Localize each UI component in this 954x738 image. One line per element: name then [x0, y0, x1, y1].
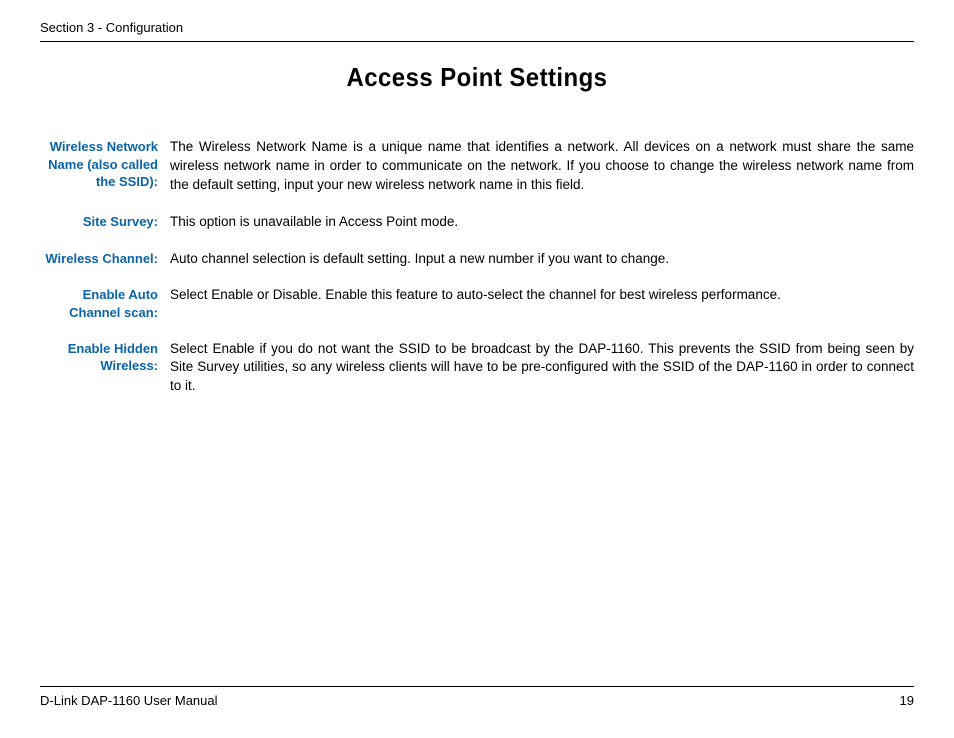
setting-row: Enable Hidden Wireless: Select Enable if… — [40, 340, 914, 397]
setting-description: Auto channel selection is default settin… — [168, 250, 914, 269]
page-title: Access Point Settings — [75, 62, 879, 93]
footer-manual: D-Link DAP-1160 User Manual — [40, 693, 218, 708]
footer-page: 19 — [900, 693, 914, 708]
settings-table: Wireless Network Name (also called the S… — [40, 138, 914, 396]
header-section: Section 3 - Configuration — [40, 20, 914, 42]
setting-row: Enable Auto Channel scan: Select Enable … — [40, 286, 914, 321]
setting-description: Select Enable or Disable. Enable this fe… — [168, 286, 914, 321]
setting-label: Enable Auto Channel scan: — [40, 286, 168, 321]
setting-description: The Wireless Network Name is a unique na… — [168, 138, 914, 195]
setting-label: Enable Hidden Wireless: — [40, 340, 168, 397]
footer: D-Link DAP-1160 User Manual 19 — [40, 686, 914, 708]
setting-row: Site Survey: This option is unavailable … — [40, 213, 914, 232]
setting-row: Wireless Network Name (also called the S… — [40, 138, 914, 195]
setting-label: Wireless Channel: — [40, 250, 168, 269]
setting-description: Select Enable if you do not want the SSI… — [168, 340, 914, 397]
setting-label: Site Survey: — [40, 213, 168, 232]
setting-row: Wireless Channel: Auto channel selection… — [40, 250, 914, 269]
setting-label: Wireless Network Name (also called the S… — [40, 138, 168, 195]
section-label: Section 3 - Configuration — [40, 20, 183, 35]
setting-description: This option is unavailable in Access Poi… — [168, 213, 914, 232]
